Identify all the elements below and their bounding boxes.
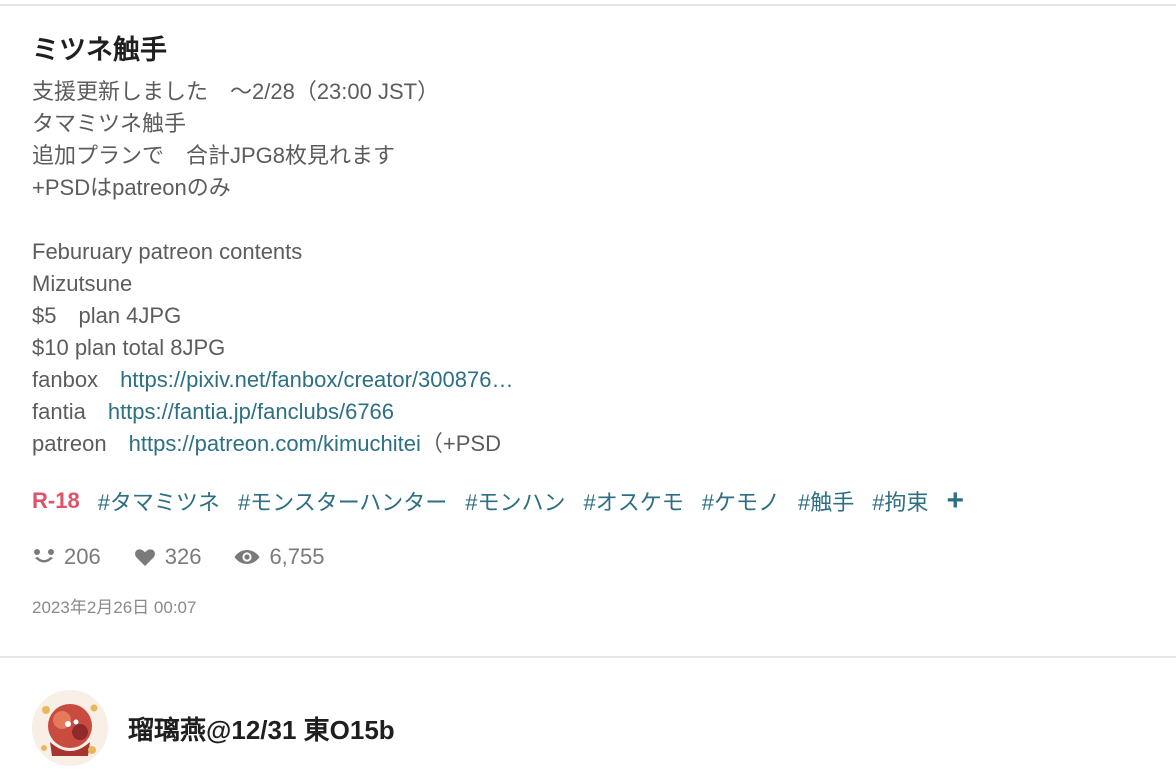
caption-line: $10 plan total 8JPG xyxy=(32,335,226,360)
view-count-value: 6,755 xyxy=(269,544,325,569)
fantia-link[interactable]: https://fantia.jp/fanclubs/6766 xyxy=(108,399,394,424)
caption-line: Feburuary patreon contents xyxy=(32,239,303,264)
tag-list: R-18 #タマミツネ #モンスターハンター #モンハン #オスケモ #ケモノ … xyxy=(32,483,1142,519)
rating-badge[interactable]: R-18 xyxy=(32,488,80,514)
author-name[interactable]: 瑠璃燕@12/31 東O15b xyxy=(128,710,395,747)
caption-line: 追加プランで 合計JPG8枚見れます xyxy=(32,143,396,168)
view-count: 6,755 xyxy=(233,544,325,570)
like-count: 326 xyxy=(133,544,202,570)
bookmark-count: 206 xyxy=(32,544,101,570)
post-stats: 206 326 6,755 xyxy=(32,541,1142,573)
plus-icon[interactable]: + xyxy=(947,486,965,516)
section-divider xyxy=(0,656,1176,658)
like-count-value: 326 xyxy=(164,544,202,569)
bookmark-count-value: 206 xyxy=(64,544,101,569)
caption-line-patreon: patreon https://patreon.com/kimuchitei（+… xyxy=(32,428,1142,460)
caption-line: +PSDはpatreonのみ xyxy=(32,175,231,200)
author-avatar-image xyxy=(32,690,108,766)
tag-item[interactable]: #オスケモ xyxy=(584,485,684,517)
patreon-link[interactable]: https://patreon.com/kimuchitei xyxy=(129,431,421,456)
caption-link-label: fanbox xyxy=(32,367,121,392)
caption-link-label: fantia xyxy=(32,399,108,424)
tag-item[interactable]: #モンスターハンター xyxy=(238,485,447,517)
caption-link-label: patreon xyxy=(32,431,129,456)
illustration-detail-page: ミツネ触手 支援更新しました ～2/28（23:00 JST） タマミツネ触手 … xyxy=(0,0,1176,777)
post-timestamp: 2023年2月26日 00:07 xyxy=(32,598,197,617)
tag-item[interactable]: #拘束 xyxy=(872,485,928,517)
author-avatar[interactable] xyxy=(32,690,108,766)
fanbox-link[interactable]: https://pixiv.net/fanbox/creator/300876… xyxy=(120,367,513,392)
caption-line: $5 plan 4JPG xyxy=(32,303,182,328)
post-caption: 支援更新しました ～2/28（23:00 JST） タマミツネ触手 追加プランで… xyxy=(32,76,1142,460)
post-detail: ミツネ触手 支援更新しました ～2/28（23:00 JST） タマミツネ触手 … xyxy=(32,30,1142,621)
tag-item[interactable]: #タマミツネ xyxy=(98,485,220,517)
tag-item[interactable]: #ケモノ xyxy=(702,485,780,517)
top-divider xyxy=(0,4,1176,6)
eye-icon xyxy=(234,550,260,564)
caption-line: タマミツネ触手 xyxy=(32,111,187,136)
caption-line: 支援更新しました ～2/28（23:00 JST） xyxy=(32,79,440,104)
caption-link-suffix: （+PSD xyxy=(420,431,501,456)
caption-line-fantia: fantia https://fantia.jp/fanclubs/6766 xyxy=(32,396,1142,428)
caption-line-fanbox: fanbox https://pixiv.net/fanbox/creator/… xyxy=(32,364,1142,396)
author-row[interactable]: 瑠璃燕@12/31 東O15b xyxy=(32,690,395,766)
tag-item[interactable]: #触手 xyxy=(798,485,854,517)
smile-icon xyxy=(34,549,54,563)
tag-item[interactable]: #モンハン xyxy=(465,485,565,517)
caption-line: Mizutsune xyxy=(32,271,133,296)
heart-icon xyxy=(134,549,155,566)
post-title: ミツネ触手 xyxy=(32,35,167,65)
